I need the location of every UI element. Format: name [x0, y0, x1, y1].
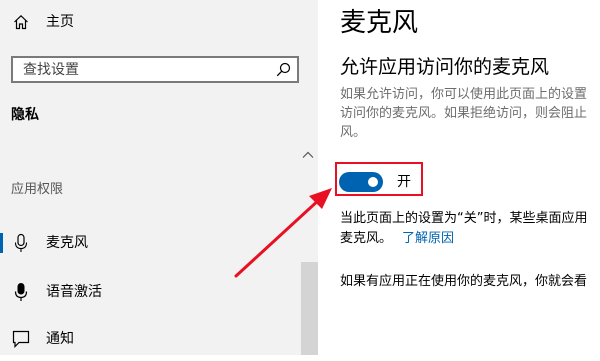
in-use-note: 如果有应用正在使用你的麦克风，你就会看 — [340, 274, 588, 289]
settings-sidebar: 主页 隐私 应用权限 麦克风 语音激活 通知 — [0, 0, 318, 355]
description-text: 如果允许访问，你可以使用此页面上的设置 访问你的麦克风。如果拒绝访问，则会阻止 … — [340, 85, 600, 142]
notification-icon — [12, 330, 30, 348]
sidebar-item-voice-activation[interactable]: 语音激活 — [0, 270, 300, 314]
description-line: 访问你的麦克风。如果拒绝访问，则会阻止 — [340, 106, 588, 121]
sidebar-home-label: 主页 — [46, 14, 74, 30]
sidebar-item-label: 语音激活 — [46, 284, 102, 300]
section-heading: 允许应用访问你的麦克风 — [340, 56, 550, 78]
microphone-outline-icon — [14, 233, 28, 252]
note-line: 当此页面上的设置为“关”时，某些桌面应用 — [340, 211, 588, 226]
microphone-access-toggle[interactable] — [339, 172, 383, 192]
sidebar-section-title: 隐私 — [11, 107, 39, 123]
sidebar-item-notifications[interactable]: 通知 — [0, 317, 300, 361]
learn-why-link[interactable]: 了解原因 — [402, 231, 454, 246]
desktop-apps-note: 当此页面上的设置为“关”时，某些桌面应用 麦克风。 了解原因 — [340, 209, 600, 249]
selected-indicator — [0, 233, 3, 253]
search-input[interactable] — [23, 58, 263, 81]
sidebar-item-microphone[interactable]: 麦克风 — [0, 221, 300, 265]
toggle-state-label: 开 — [397, 174, 411, 190]
sidebar-item-home[interactable]: 主页 — [0, 0, 318, 44]
main-content: 麦克风 允许应用访问你的麦克风 如果允许访问，你可以使用此页面上的设置 访问你的… — [318, 0, 600, 355]
sidebar-item-label: 麦克风 — [46, 235, 88, 251]
search-icon[interactable] — [276, 62, 291, 77]
sidebar-scrollbar[interactable] — [301, 262, 318, 355]
sidebar-group-label: 应用权限 — [11, 182, 64, 197]
sidebar-item-label: 通知 — [46, 331, 74, 347]
note-line-2: 麦克风。 了解原因 — [340, 229, 600, 249]
description-line: 如果允许访问，你可以使用此页面上的设置 — [340, 87, 588, 102]
home-icon — [14, 14, 28, 30]
microphone-filled-icon — [14, 283, 28, 301]
toggle-knob — [368, 177, 378, 187]
page-title: 麦克风 — [340, 8, 419, 38]
settings-search-box[interactable] — [11, 56, 299, 83]
chevron-up-icon[interactable] — [302, 150, 314, 160]
note-text: 麦克风。 — [340, 231, 393, 246]
description-line: 风。 — [340, 125, 367, 140]
